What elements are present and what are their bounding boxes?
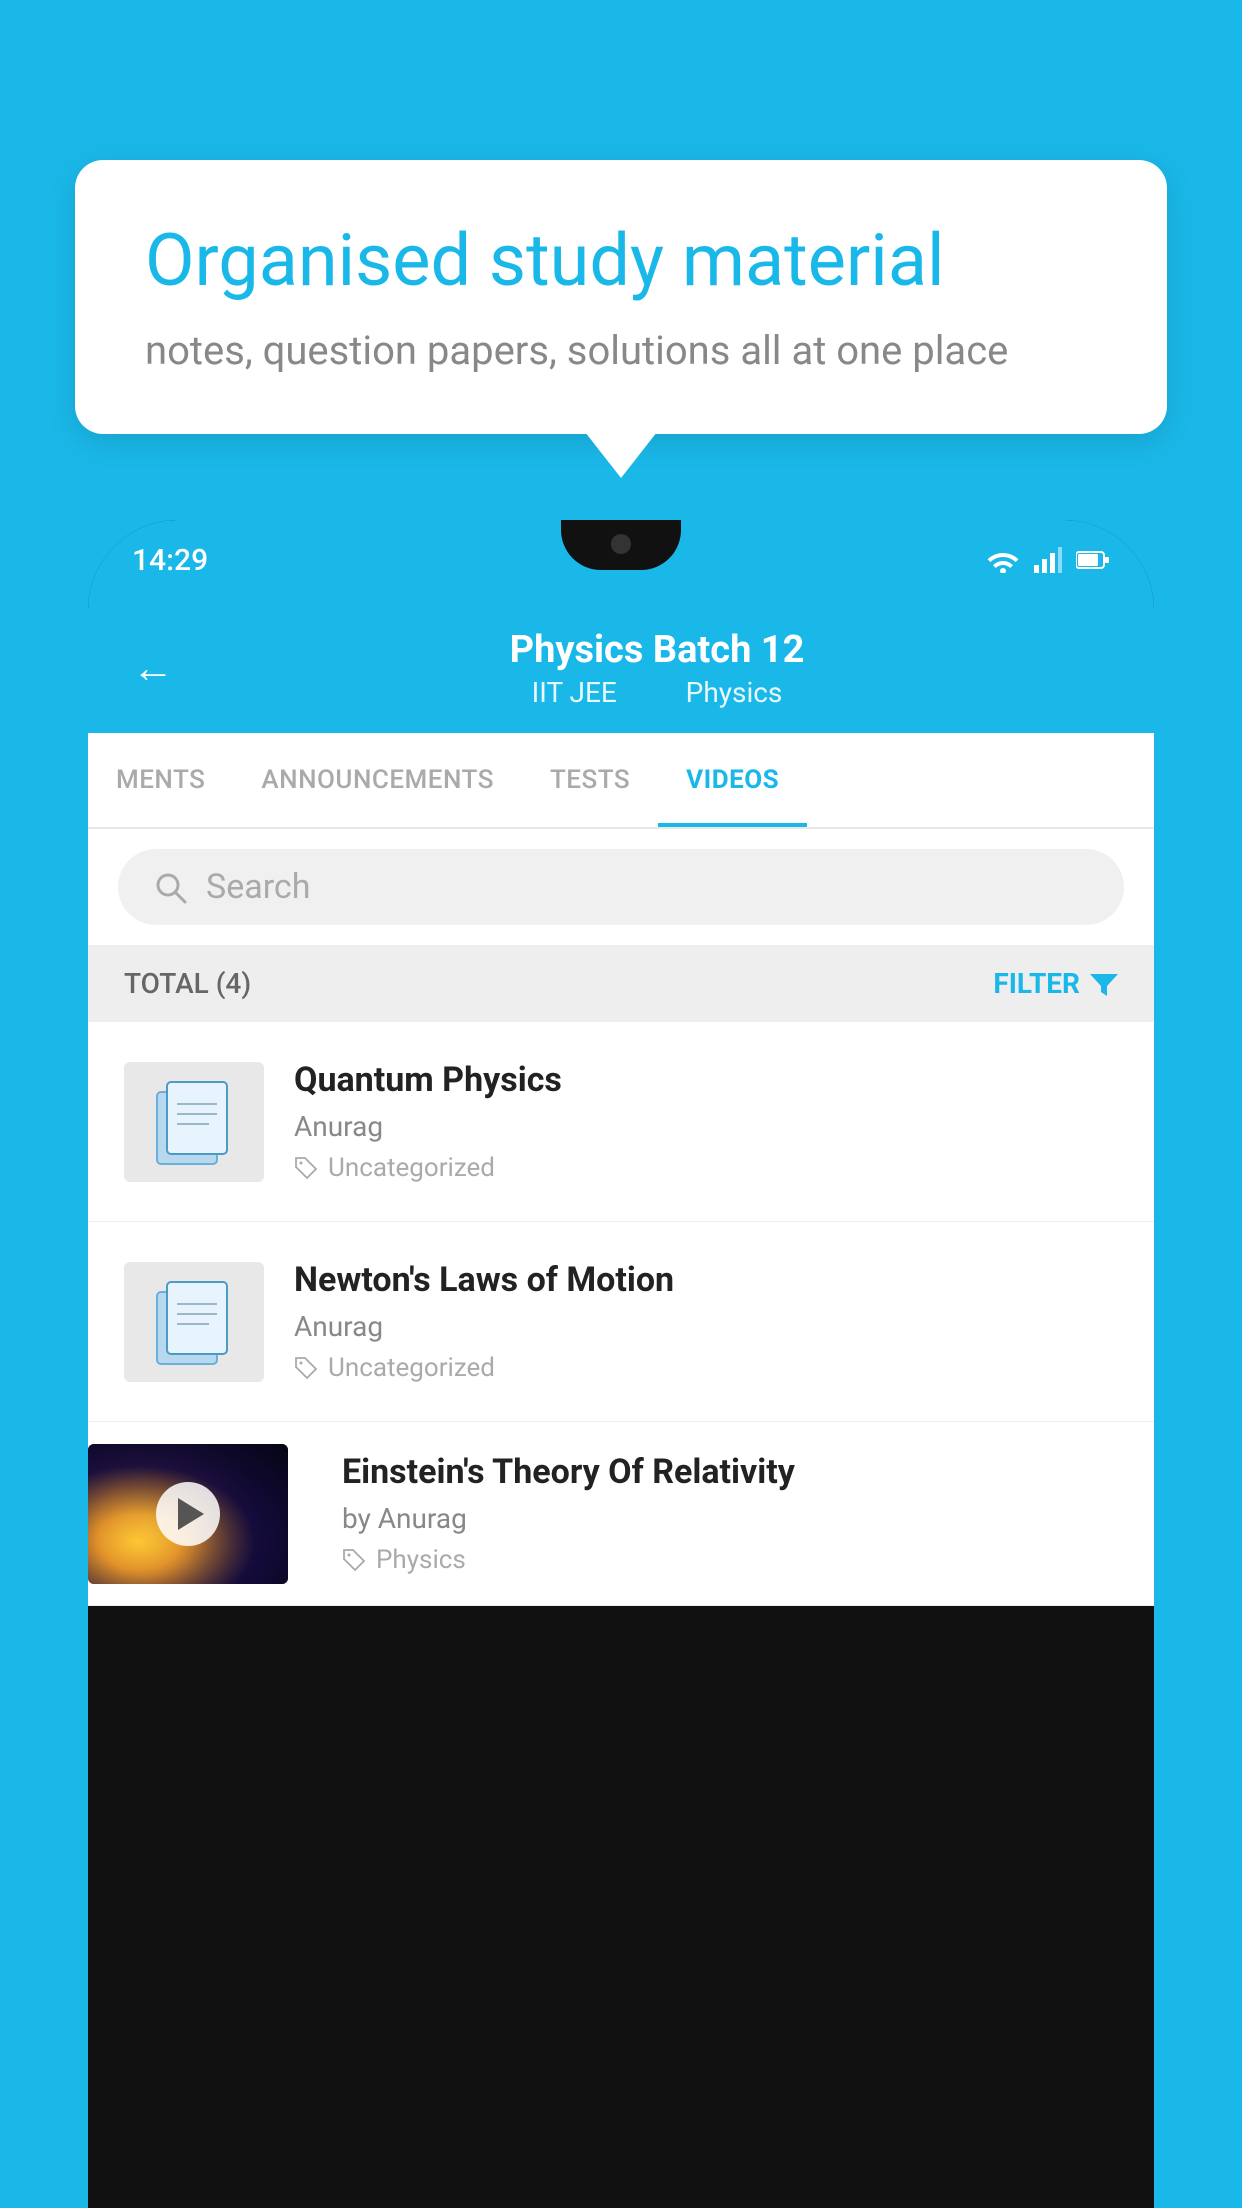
play-triangle-icon — [178, 1498, 204, 1530]
video-author-einstein: by Anurag — [342, 1502, 1130, 1535]
video-thumb-einstein — [88, 1444, 288, 1584]
header-subtitle-separator — [648, 676, 662, 709]
phone-notch — [561, 520, 681, 570]
signal-icon — [1034, 547, 1062, 573]
filter-label: FILTER — [993, 967, 1080, 1000]
list-item[interactable]: Einstein's Theory Of Relativity by Anura… — [88, 1422, 1154, 1606]
search-bar-container: Search — [88, 829, 1154, 945]
video-info-einstein: Einstein's Theory Of Relativity by Anura… — [318, 1422, 1154, 1605]
video-title-einstein: Einstein's Theory Of Relativity — [342, 1452, 1130, 1492]
tabs-bar: MENTS ANNOUNCEMENTS TESTS VIDEOS — [88, 733, 1154, 829]
header-title: Physics Batch 12 — [204, 628, 1110, 672]
back-button[interactable]: ← — [132, 644, 174, 693]
tag-icon — [294, 1356, 318, 1380]
tab-announcements[interactable]: ANNOUNCEMENTS — [233, 733, 522, 827]
filter-icon — [1090, 970, 1118, 998]
header-subtitle-physics: Physics — [686, 676, 783, 709]
header-title-area: Physics Batch 12 IIT JEE Physics — [204, 628, 1110, 709]
filter-button[interactable]: FILTER — [993, 967, 1118, 1000]
tab-videos[interactable]: VIDEOS — [658, 733, 807, 827]
video-author-newton: Anurag — [294, 1310, 1118, 1343]
video-info-newton: Newton's Laws of Motion Anurag Uncategor… — [294, 1260, 1118, 1383]
video-info-quantum: Quantum Physics Anurag Uncategorized — [294, 1060, 1118, 1183]
search-bar[interactable]: Search — [118, 849, 1124, 925]
video-author-quantum: Anurag — [294, 1110, 1118, 1143]
search-icon — [152, 869, 188, 905]
tab-tests[interactable]: TESTS — [522, 733, 658, 827]
header-subtitle-iitjee: IIT JEE — [532, 676, 617, 709]
video-tag-quantum: Uncategorized — [294, 1153, 1118, 1183]
tab-ments[interactable]: MENTS — [88, 733, 233, 827]
file-folder-icon-newton — [149, 1272, 239, 1372]
speech-bubble-subtitle: notes, question papers, solutions all at… — [145, 327, 1097, 374]
speech-bubble-card: Organised study material notes, question… — [75, 160, 1167, 434]
battery-icon — [1076, 550, 1110, 570]
status-bar: 14:29 — [88, 520, 1154, 600]
file-folder-icon — [149, 1072, 239, 1172]
speech-bubble-title: Organised study material — [145, 220, 1097, 303]
list-item[interactable]: Quantum Physics Anurag Uncategorized — [88, 1022, 1154, 1222]
list-item[interactable]: Newton's Laws of Motion Anurag Uncategor… — [88, 1222, 1154, 1422]
header-subtitle: IIT JEE Physics — [204, 676, 1110, 709]
filter-bar: TOTAL (4) FILTER — [88, 945, 1154, 1022]
tag-label-newton: Uncategorized — [328, 1353, 495, 1383]
video-thumb-quantum — [124, 1062, 264, 1182]
video-tag-newton: Uncategorized — [294, 1353, 1118, 1383]
search-placeholder: Search — [206, 867, 310, 907]
video-thumb-newton — [124, 1262, 264, 1382]
tag-label-einstein: Physics — [376, 1545, 466, 1575]
tag-icon — [294, 1156, 318, 1180]
tag-icon — [342, 1548, 366, 1572]
video-title-newton: Newton's Laws of Motion — [294, 1260, 1118, 1300]
content-area: Search TOTAL (4) FILTER — [88, 829, 1154, 1606]
play-button-einstein[interactable] — [156, 1482, 220, 1546]
video-title-quantum: Quantum Physics — [294, 1060, 1118, 1100]
video-list: Quantum Physics Anurag Uncategorized — [88, 1022, 1154, 1606]
tag-label-quantum: Uncategorized — [328, 1153, 495, 1183]
wifi-icon — [986, 547, 1020, 573]
status-icons — [986, 547, 1110, 573]
video-tag-einstein: Physics — [342, 1545, 1130, 1575]
status-time: 14:29 — [132, 543, 208, 578]
app-header: ← Physics Batch 12 IIT JEE Physics — [88, 600, 1154, 733]
camera-dot — [611, 534, 631, 554]
total-count-label: TOTAL (4) — [124, 967, 251, 1000]
phone-frame: 14:29 — [88, 520, 1154, 2208]
